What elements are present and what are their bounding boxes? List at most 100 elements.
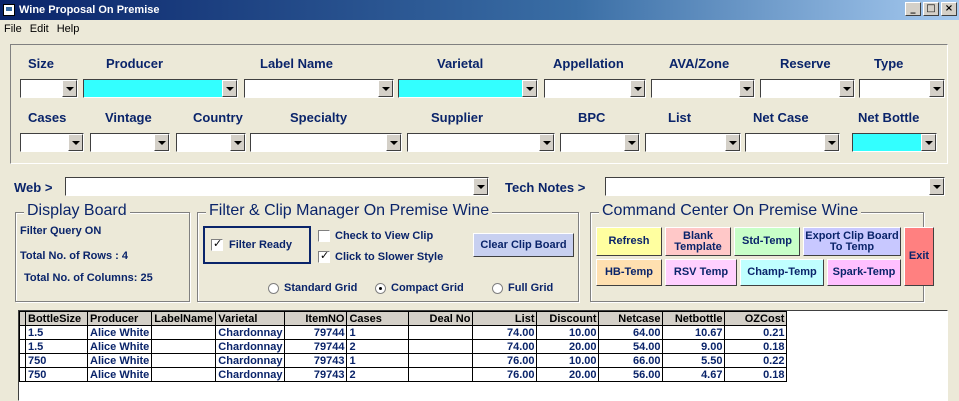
- menu-help[interactable]: Help: [57, 23, 80, 35]
- slower-style-checkbox[interactable]: [318, 249, 330, 263]
- cell-labelname[interactable]: [151, 325, 217, 340]
- export-clip-board-button[interactable]: Export Clip Board To Temp: [803, 227, 901, 256]
- chevron-down-icon[interactable]: [378, 80, 393, 97]
- cell-cases[interactable]: 2: [346, 339, 410, 354]
- cell-bottlesize[interactable]: 1.5: [25, 339, 88, 354]
- chevron-down-icon[interactable]: [824, 134, 839, 151]
- cases-dropdown[interactable]: [20, 133, 84, 152]
- standard-grid-option[interactable]: Standard Grid: [268, 282, 357, 294]
- filter-ready-checkbox[interactable]: [211, 237, 223, 251]
- cell-deal-no[interactable]: [408, 367, 474, 382]
- cell-cases[interactable]: 2: [346, 367, 410, 382]
- chevron-down-icon[interactable]: [630, 80, 645, 97]
- tech-notes-dropdown[interactable]: [605, 177, 945, 196]
- cell-itemno[interactable]: 79744: [284, 339, 348, 354]
- cell-itemno[interactable]: 79743: [284, 367, 348, 382]
- chevron-down-icon[interactable]: [921, 134, 936, 151]
- close-button[interactable]: ×: [941, 2, 957, 16]
- view-clip-option[interactable]: Check to View Clip: [318, 230, 433, 242]
- chevron-down-icon[interactable]: [230, 134, 245, 151]
- cell-discount[interactable]: 20.00: [536, 367, 600, 382]
- table-row[interactable]: 750 Alice White Chardonnay 79743 1 76.00…: [19, 353, 788, 368]
- cell-producer[interactable]: Alice White: [86, 325, 153, 340]
- web-dropdown[interactable]: [65, 177, 489, 196]
- chevron-down-icon[interactable]: [725, 134, 740, 151]
- col-header-deal-no[interactable]: Deal No: [408, 311, 474, 326]
- champ-temp-button[interactable]: Champ-Temp: [740, 259, 824, 286]
- cell-cases[interactable]: 1: [346, 325, 410, 340]
- ava-zone-dropdown[interactable]: [651, 79, 755, 98]
- full-grid-option[interactable]: Full Grid: [492, 282, 553, 294]
- cell-bottlesize[interactable]: 750: [25, 367, 88, 382]
- cell-cases[interactable]: 1: [346, 353, 410, 368]
- cell-netbottle[interactable]: 5.50: [662, 353, 726, 368]
- col-header-itemno[interactable]: ItemNO: [284, 311, 348, 326]
- cell-labelname[interactable]: [151, 353, 217, 368]
- reserve-dropdown[interactable]: [760, 79, 855, 98]
- refresh-button[interactable]: Refresh: [596, 227, 662, 256]
- col-header-netcase[interactable]: Netcase: [598, 311, 664, 326]
- table-row[interactable]: 1.5 Alice White Chardonnay 79744 1 74.00…: [19, 325, 788, 340]
- cell-netcase[interactable]: 66.00: [598, 353, 664, 368]
- net-case-dropdown[interactable]: [745, 133, 840, 152]
- cell-deal-no[interactable]: [408, 339, 474, 354]
- cell-netbottle[interactable]: 4.67: [662, 367, 726, 382]
- table-row[interactable]: 1.5 Alice White Chardonnay 79744 2 74.00…: [19, 339, 788, 354]
- producer-dropdown[interactable]: [83, 79, 238, 98]
- full-grid-radio[interactable]: [492, 282, 503, 294]
- supplier-dropdown[interactable]: [407, 133, 555, 152]
- chevron-down-icon[interactable]: [624, 134, 639, 151]
- label-name-dropdown[interactable]: [244, 79, 394, 98]
- menu-edit[interactable]: Edit: [30, 23, 49, 35]
- col-header-bottlesize[interactable]: BottleSize: [25, 311, 88, 326]
- compact-grid-option[interactable]: Compact Grid: [375, 282, 464, 294]
- cell-netcase[interactable]: 56.00: [598, 367, 664, 382]
- blank-template-button[interactable]: Blank Template: [665, 227, 731, 256]
- cell-labelname[interactable]: [151, 339, 217, 354]
- chevron-down-icon[interactable]: [154, 134, 169, 151]
- chevron-down-icon[interactable]: [929, 80, 944, 97]
- cell-list[interactable]: 76.00: [472, 353, 538, 368]
- standard-grid-radio[interactable]: [268, 282, 279, 294]
- col-header-producer[interactable]: Producer: [86, 311, 153, 326]
- chevron-down-icon[interactable]: [473, 178, 488, 195]
- cell-varietal[interactable]: Chardonnay: [215, 339, 286, 354]
- cell-ozcost[interactable]: 0.18: [724, 367, 788, 382]
- col-header-discount[interactable]: Discount: [536, 311, 600, 326]
- exit-button[interactable]: Exit: [904, 227, 934, 286]
- view-clip-checkbox[interactable]: [318, 230, 330, 242]
- rsv-temp-button[interactable]: RSV Temp: [665, 259, 737, 286]
- net-bottle-dropdown[interactable]: [852, 133, 937, 152]
- cell-producer[interactable]: Alice White: [86, 353, 153, 368]
- cell-discount[interactable]: 10.00: [536, 325, 600, 340]
- cell-producer[interactable]: Alice White: [86, 339, 153, 354]
- vintage-dropdown[interactable]: [90, 133, 170, 152]
- cell-bottlesize[interactable]: 750: [25, 353, 88, 368]
- cell-ozcost[interactable]: 0.22: [724, 353, 788, 368]
- menu-file[interactable]: File: [4, 23, 22, 35]
- col-header-netbottle[interactable]: Netbottle: [662, 311, 726, 326]
- country-dropdown[interactable]: [176, 133, 246, 152]
- cell-netbottle[interactable]: 9.00: [662, 339, 726, 354]
- col-header-list[interactable]: List: [472, 311, 538, 326]
- type-dropdown[interactable]: [859, 79, 945, 98]
- cell-list[interactable]: 76.00: [472, 367, 538, 382]
- cell-netcase[interactable]: 54.00: [598, 339, 664, 354]
- spark-temp-button[interactable]: Spark-Temp: [827, 259, 901, 286]
- cell-itemno[interactable]: 79743: [284, 353, 348, 368]
- chevron-down-icon[interactable]: [929, 178, 944, 195]
- clear-clip-board-button[interactable]: Clear Clip Board: [473, 233, 574, 257]
- list-dropdown[interactable]: [645, 133, 741, 152]
- cell-producer[interactable]: Alice White: [86, 367, 153, 382]
- maximize-button[interactable]: □: [923, 2, 939, 16]
- chevron-down-icon[interactable]: [62, 80, 77, 97]
- chevron-down-icon[interactable]: [386, 134, 401, 151]
- chevron-down-icon[interactable]: [522, 80, 537, 97]
- cell-deal-no[interactable]: [408, 325, 474, 340]
- col-header-labelname[interactable]: LabelName: [151, 311, 217, 326]
- cell-ozcost[interactable]: 0.18: [724, 339, 788, 354]
- cell-itemno[interactable]: 79744: [284, 325, 348, 340]
- cell-deal-no[interactable]: [408, 353, 474, 368]
- chevron-down-icon[interactable]: [839, 80, 854, 97]
- cell-varietal[interactable]: Chardonnay: [215, 367, 286, 382]
